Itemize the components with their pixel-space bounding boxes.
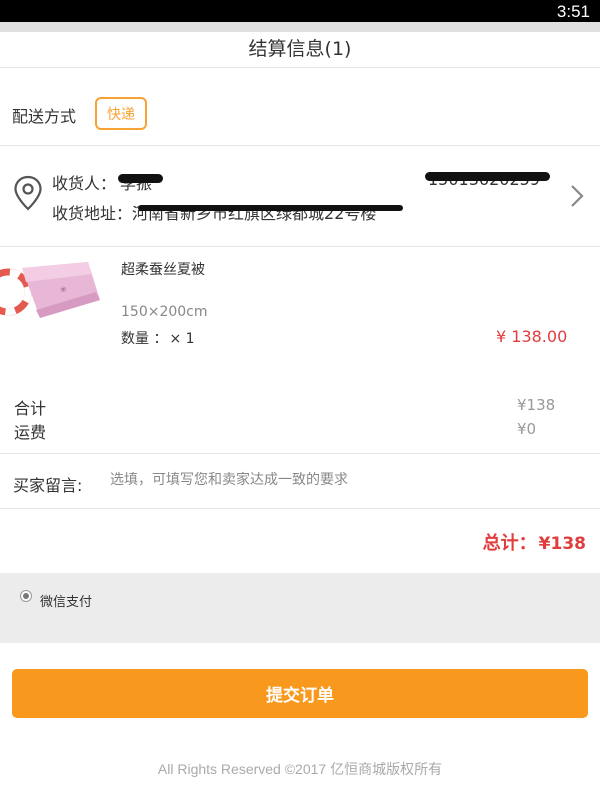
wechat-pay-label[interactable]: 微信支付: [40, 591, 92, 610]
shipping-label: 运费: [14, 423, 47, 442]
product-price: ¥ 138.00: [496, 327, 568, 346]
total-value: ¥138: [538, 534, 586, 554]
total-label: 总计：: [482, 533, 537, 554]
delivery-method-button[interactable]: 快递: [95, 97, 147, 130]
product-spec: 150×200cm: [121, 304, 208, 320]
receiver-name-label: 收货人：: [52, 174, 117, 193]
product-quantity: 数量 ： × 1: [121, 328, 195, 348]
product-image: ❀: [0, 262, 100, 318]
shipping-value: ¥0: [517, 420, 537, 438]
subtotal-value: ¥138: [517, 396, 556, 414]
receiver-address: 河南省新乡市红旗区绿都城22号楼: [132, 204, 377, 223]
radio-selected-dot: [23, 593, 29, 599]
order-total: 总计： ¥138: [483, 529, 586, 555]
buyer-message-input[interactable]: [110, 466, 580, 494]
footer-copyright: All Rights Reserved ©2017 亿恒商城版权所有: [157, 761, 443, 777]
redaction-mark: [425, 172, 550, 181]
location-pin-icon: [14, 175, 42, 211]
divider: [0, 453, 600, 454]
divider: [0, 246, 600, 247]
delivery-label: 配送方式: [12, 107, 77, 126]
page-title: 结算信息(1): [248, 38, 352, 60]
wechat-pay-radio[interactable]: [20, 590, 32, 602]
quantity-value: × 1: [169, 331, 195, 347]
redaction-mark: [138, 205, 403, 211]
redaction-mark: [118, 174, 163, 183]
subtotal-label: 合计: [14, 399, 47, 418]
status-bar: 3:51: [0, 0, 600, 22]
submit-order-button[interactable]: 提交订单: [12, 669, 588, 718]
quantity-label: 数量 ：: [121, 331, 168, 347]
buyer-message-label: 买家留言:: [13, 476, 83, 495]
status-time: 3:51: [556, 2, 590, 21]
divider: [0, 67, 600, 68]
svg-text:❀: ❀: [60, 285, 67, 294]
product-name: 超柔蚕丝夏被: [121, 262, 205, 278]
header-strip: [0, 22, 600, 32]
receiver-address-label: 收货地址：: [52, 204, 133, 223]
receiver-address-row: 收货地址：河南省新乡市红旗区绿都城22号楼: [52, 200, 376, 224]
divider: [0, 145, 600, 146]
divider: [0, 508, 600, 509]
chevron-right-icon: [571, 185, 584, 207]
